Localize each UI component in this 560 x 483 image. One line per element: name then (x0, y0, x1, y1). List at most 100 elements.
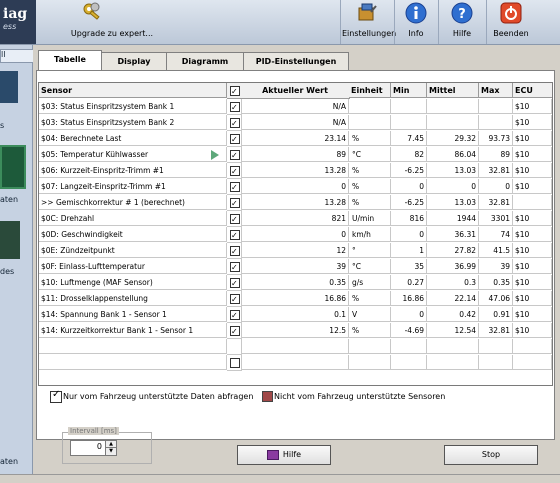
column-header-sensor[interactable]: Sensor (39, 83, 227, 98)
cell-value: 16.86 (241, 291, 349, 306)
help-toolbar-button[interactable]: ? Hilfe (440, 0, 484, 44)
column-header-current-value[interactable]: Aktueller Wert (241, 83, 350, 99)
tab-label: PID-Einstellungen (255, 57, 337, 66)
row-checkbox[interactable] (230, 180, 240, 194)
row-checkbox[interactable] (230, 324, 240, 338)
cell-max: 32.81 (479, 195, 513, 210)
sensor-table: Sensor Aktueller Wert Einheit Min Mittel… (38, 82, 553, 386)
help-label: Hilfe (452, 29, 472, 38)
cell-ecu (513, 339, 552, 354)
table-row[interactable]: $0D: Geschwindigkeit 0 km/h 0 36.31 74 $10 (39, 227, 552, 243)
table-row[interactable]: $0C: Drehzahl 821 U/min 816 1944 3301 $10 (39, 211, 552, 227)
table-row[interactable]: $0F: Einlass-Lufttemperatur 39 °C 35 36.99 39… (39, 259, 552, 275)
column-header-min[interactable]: Min (391, 83, 427, 98)
table-row[interactable] (39, 355, 552, 371)
svg-text:?: ? (458, 7, 466, 22)
cell-value: 13.28 (241, 163, 349, 178)
info-button[interactable]: Info (396, 0, 436, 44)
row-checkbox[interactable] (230, 148, 240, 162)
nav-item-3[interactable]: aten (0, 195, 32, 204)
column-header-max[interactable]: Max (479, 83, 513, 98)
table-row[interactable]: $10: Luftmenge (MAF Sensor) 0.35 g/s 0.27 0.… (39, 275, 552, 291)
cell-unit: °C (349, 259, 391, 274)
cell-min (391, 355, 427, 370)
column-header-ecu[interactable]: ECU (513, 83, 552, 98)
cell-min: 0 (391, 227, 427, 242)
cell-value (241, 355, 349, 370)
row-checkbox[interactable] (230, 132, 240, 146)
cell-max (479, 99, 513, 114)
exit-button[interactable]: Beenden (488, 0, 534, 44)
tab-display[interactable]: Display (101, 52, 167, 71)
cell-ecu: $10 (513, 323, 552, 338)
cell-max: 32.81 (479, 163, 513, 178)
column-header-mean[interactable]: Mittel (427, 83, 479, 98)
table-row[interactable]: $03: Status Einspritzsystem Bank 2 N/A $10 (39, 115, 552, 131)
table-row[interactable]: $03: Status Einspritzsystem Bank 1 N/A $10 (39, 99, 552, 115)
select-all-checkbox[interactable] (230, 84, 240, 99)
cell-min: -6.25 (391, 195, 427, 210)
cell-ecu (513, 195, 552, 210)
cell-max: 89 (479, 147, 513, 162)
row-checkbox[interactable] (230, 358, 240, 368)
cell-select (227, 355, 242, 371)
table-row[interactable]: >> Gemischkorrektur # 1 (berechnet) 13.28… (39, 195, 552, 211)
upgrade-button[interactable]: Upgrade zu expert... (62, 0, 162, 44)
row-checkbox[interactable] (230, 164, 240, 178)
table-row[interactable]: $06: Kurzzeit-Einspritz-Trimm #1 13.28% -6… (39, 163, 552, 179)
row-checkbox[interactable] (230, 116, 240, 130)
table-row[interactable]: $11: Drosselklappenstellung 16.86% 16.86 22… (39, 291, 552, 307)
row-checkbox[interactable] (230, 276, 240, 290)
play-arrow-icon (211, 150, 219, 160)
only-supported-checkbox[interactable]: ✓ (50, 389, 62, 403)
cell-unit (349, 115, 391, 130)
tab-pid-settings[interactable]: PID-Einstellungen (243, 52, 349, 71)
cell-max: 47.06 (479, 291, 513, 306)
nav-item-2[interactable]: s (0, 121, 32, 130)
row-checkbox[interactable] (230, 196, 240, 210)
cell-sensor: $03: Status Einspritzsystem Bank 1 (39, 99, 227, 114)
table-row[interactable] (39, 339, 552, 355)
cell-mean: 29.32 (427, 131, 479, 146)
left-navigation: ll s aten des aten (0, 45, 34, 482)
row-checkbox[interactable] (230, 292, 240, 306)
interval-down-button[interactable]: ▼ (105, 447, 117, 456)
settings-button[interactable]: Einstellungen (342, 0, 396, 44)
cell-min: 816 (391, 211, 427, 226)
table-row[interactable]: $0E: Zündzeitpunkt 12 ° 1 27.82 41.5 $10 (39, 243, 552, 259)
cell-sensor (39, 339, 227, 354)
tab-label: Tabelle (54, 55, 86, 64)
cell-max: 93.73 (479, 131, 513, 146)
header-label: Min (393, 86, 410, 95)
row-checkbox[interactable] (230, 260, 240, 274)
cell-sensor: $07: Langzeit-Einspritz-Trimm #1 (39, 179, 227, 194)
cell-value: N/A (241, 99, 349, 114)
cell-sensor: $04: Berechnete Last (39, 131, 227, 146)
row-checkbox[interactable] (230, 308, 240, 322)
column-header-unit[interactable]: Einheit (349, 83, 391, 98)
column-header-select[interactable] (227, 83, 242, 99)
tab-table[interactable]: Tabelle (38, 50, 102, 71)
stop-button[interactable]: Stop (444, 445, 538, 465)
nav-item-4[interactable]: des (0, 267, 32, 276)
help-button[interactable]: Hilfe (237, 445, 331, 465)
tab-diagram[interactable]: Diagramm (166, 52, 244, 71)
cell-mean: 13.03 (427, 195, 479, 210)
row-checkbox[interactable] (230, 212, 240, 226)
interval-input[interactable]: 0 (70, 440, 106, 456)
nav-item-1[interactable]: ll (0, 49, 34, 63)
cell-mean (427, 115, 479, 130)
table-row[interactable]: $04: Berechnete Last 23.14% 7.45 29.32 93.73… (39, 131, 552, 147)
table-row[interactable]: $14: Kurzzeitkorrektur Bank 1 - Sensor 1… (39, 323, 552, 339)
row-checkbox[interactable] (230, 100, 240, 114)
cell-unit (349, 339, 391, 354)
cell-value: 0 (241, 227, 349, 242)
row-checkbox[interactable] (230, 244, 240, 258)
nav-item-5[interactable]: aten (0, 457, 32, 466)
table-row[interactable]: $05: Temperatur Kühlwasser 89 °C 82 86.04 89 $… (39, 147, 552, 163)
row-checkbox[interactable] (230, 228, 240, 242)
table-row[interactable]: $14: Spannung Bank 1 - Sensor 1 0.1 V 0 0.42… (39, 307, 552, 323)
help-button-label: Hilfe (282, 450, 302, 459)
cell-value: 39 (241, 259, 349, 274)
table-row[interactable]: $07: Langzeit-Einspritz-Trimm #1 0% 0 0 0 $10 (39, 179, 552, 195)
